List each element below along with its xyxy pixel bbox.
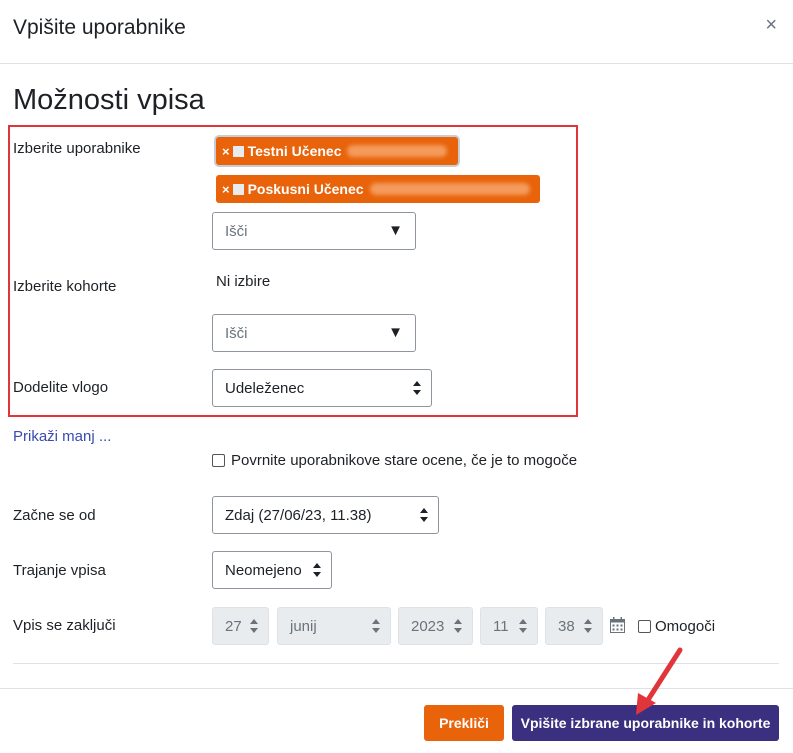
- enrol-ends-label: Vpis se zaključi: [13, 617, 116, 634]
- selected-user-tag[interactable]: × Poskusni Učenec: [216, 175, 540, 203]
- end-year-value: 2023: [411, 617, 445, 635]
- duration-label: Trajanje vpisa: [13, 562, 106, 579]
- select-arrows-icon: [420, 508, 428, 522]
- select-arrows-icon: [413, 381, 421, 395]
- caret-down-icon: ▼: [388, 324, 403, 341]
- modal-title: Vpišite uporabnike: [13, 16, 186, 39]
- selected-user-tag[interactable]: × Testni Učenec: [216, 137, 458, 165]
- recover-grades-label: Povrnite uporabnikove stare ocene, če je…: [231, 452, 578, 469]
- show-less-link[interactable]: Prikaži manj ...: [13, 428, 111, 445]
- cancel-button[interactable]: Prekliči: [424, 705, 504, 741]
- select-arrows-icon: [584, 619, 592, 633]
- close-icon[interactable]: ×: [765, 14, 777, 36]
- cohort-search-select[interactable]: Išči ▼: [212, 314, 416, 352]
- end-year-select: 2023: [398, 607, 473, 645]
- role-select-value: Udeleženec: [225, 379, 305, 397]
- cohort-search-placeholder: Išči: [225, 324, 248, 342]
- user-picture-icon: [232, 183, 244, 195]
- end-month-value: junij: [290, 617, 317, 635]
- select-cohorts-label: Izberite kohorte: [13, 278, 117, 295]
- remove-tag-icon[interactable]: ×: [222, 182, 230, 197]
- calendar-icon[interactable]: [610, 617, 625, 633]
- caret-down-icon: ▼: [388, 222, 403, 239]
- end-minute-select: 38: [545, 607, 603, 645]
- modal-header: Vpišite uporabnike ×: [0, 0, 793, 64]
- duration-value: Neomejeno: [225, 561, 302, 579]
- redacted-email: [369, 183, 530, 195]
- remove-tag-icon[interactable]: ×: [222, 144, 230, 159]
- enable-end-checkbox[interactable]: [638, 620, 651, 633]
- user-picture-icon: [232, 145, 244, 157]
- user-search-placeholder: Išči: [225, 222, 248, 240]
- enable-end-row: Omogoči: [638, 618, 715, 635]
- select-arrows-icon: [250, 619, 258, 633]
- enable-end-label: Omogoči: [655, 618, 716, 635]
- select-arrows-icon: [372, 619, 380, 633]
- starts-from-value: Zdaj (27/06/23, 11.38): [225, 506, 372, 524]
- user-search-select[interactable]: Išči ▼: [212, 212, 416, 250]
- end-minute-value: 38: [558, 617, 575, 635]
- end-month-select: junij: [277, 607, 391, 645]
- recover-grades-row: Povrnite uporabnikove stare ocene, če je…: [212, 452, 577, 469]
- end-day-value: 27: [225, 617, 242, 635]
- selected-user-name: Poskusni Učenec: [247, 181, 364, 197]
- recover-grades-checkbox[interactable]: [212, 454, 225, 467]
- starts-from-label: Začne se od: [13, 507, 96, 524]
- select-arrows-icon: [519, 619, 527, 633]
- duration-select[interactable]: Neomejeno: [212, 551, 332, 589]
- assign-role-label: Dodelite vlogo: [13, 379, 109, 396]
- select-arrows-icon: [454, 619, 462, 633]
- starts-from-select[interactable]: Zdaj (27/06/23, 11.38): [212, 496, 439, 534]
- select-users-label: Izberite uporabnike: [13, 140, 141, 157]
- annotation-arrow-icon: [636, 647, 683, 715]
- end-hour-value: 11: [493, 617, 509, 635]
- end-day-select: 27: [212, 607, 269, 645]
- selected-user-name: Testni Učenec: [247, 143, 342, 159]
- role-select[interactable]: Udeleženec: [212, 369, 432, 407]
- section-title: Možnosti vpisa: [13, 84, 205, 116]
- cohorts-none-text: Ni izbire: [216, 273, 271, 290]
- end-hour-select: 11: [480, 607, 538, 645]
- select-arrows-icon: [313, 563, 321, 577]
- redacted-email: [347, 145, 448, 157]
